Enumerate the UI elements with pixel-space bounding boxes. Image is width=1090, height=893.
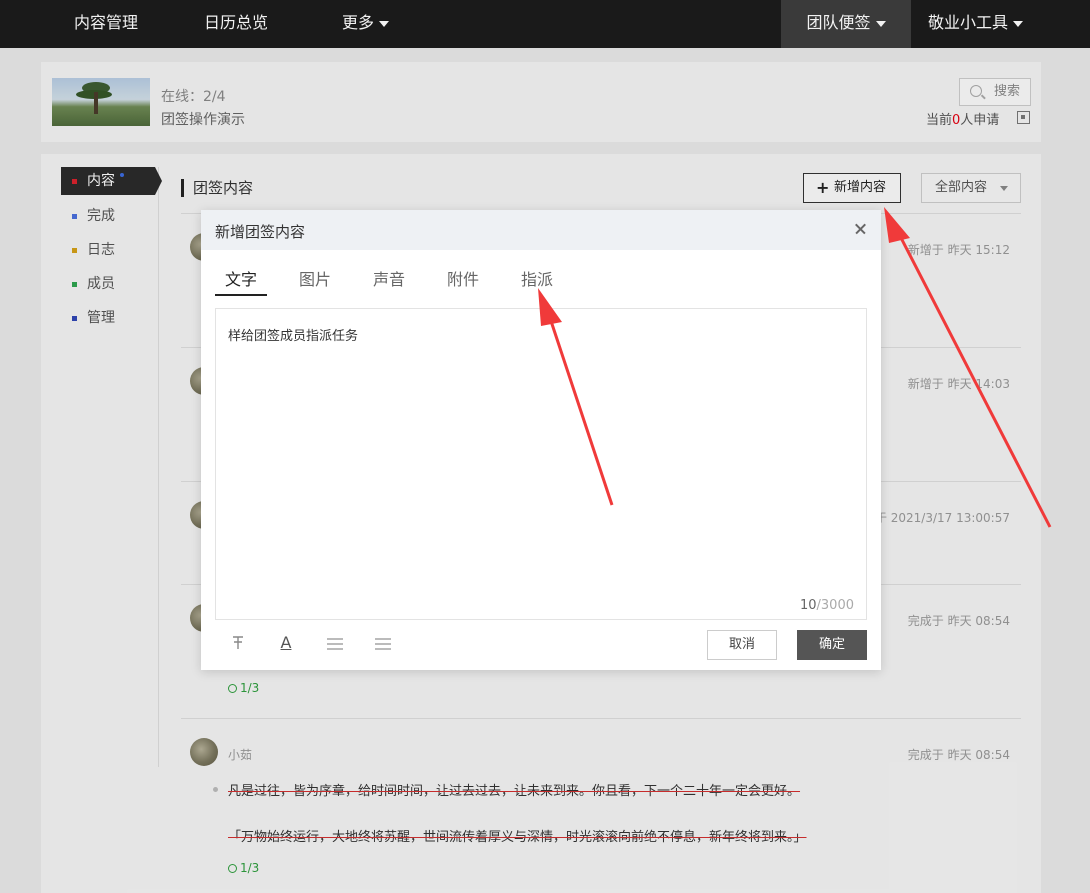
pin-icon[interactable] [229, 634, 247, 652]
tab-text[interactable]: 文字 [225, 266, 257, 290]
numbered-list-icon[interactable] [375, 638, 391, 650]
nav-label: 内容管理 [74, 13, 139, 32]
caret-down-icon [875, 20, 886, 27]
text-color-icon[interactable]: A [277, 634, 295, 652]
nav-tools[interactable]: 敬业小工具 [928, 0, 1024, 48]
content-text: 样给团签成员指派任务 [228, 329, 359, 344]
nav-calendar-overview[interactable]: 日历总览 [204, 0, 268, 48]
caret-down-icon [379, 20, 390, 27]
nav-label: 团队便签 [806, 13, 871, 32]
active-tab-indicator [215, 294, 267, 296]
bullet-list-icon[interactable] [327, 638, 343, 650]
nav-label: 日历总览 [204, 13, 269, 32]
nav-team-notes[interactable]: 团队便签 [781, 0, 911, 48]
nav-more[interactable]: 更多 [342, 0, 390, 48]
dialog-header: 新增团签内容 [201, 210, 881, 250]
caret-down-icon [1013, 20, 1024, 27]
cancel-button[interactable]: 取消 [707, 630, 777, 660]
confirm-button[interactable]: 确定 [797, 630, 867, 660]
top-nav: 内容管理 日历总览 更多 团队便签 敬业小工具 [0, 0, 1090, 48]
tab-assign[interactable]: 指派 [521, 266, 553, 290]
close-icon[interactable] [852, 220, 870, 238]
char-max: /3000 [816, 598, 854, 613]
dialog-title: 新增团签内容 [215, 223, 306, 241]
content-textarea[interactable]: 样给团签成员指派任务 10/3000 [215, 308, 867, 620]
char-counter: 10/3000 [800, 598, 854, 613]
tab-audio[interactable]: 声音 [373, 266, 405, 290]
tab-attachment[interactable]: 附件 [447, 266, 479, 290]
nav-label: 更多 [342, 13, 375, 32]
nav-content-management[interactable]: 内容管理 [74, 0, 138, 48]
tab-image[interactable]: 图片 [299, 266, 331, 290]
nav-label: 敬业小工具 [928, 13, 1009, 32]
add-content-dialog: 新增团签内容 文字 图片 声音 附件 指派 样给团签成员指派任务 10/3000… [201, 210, 881, 670]
char-count: 10 [799, 598, 817, 613]
